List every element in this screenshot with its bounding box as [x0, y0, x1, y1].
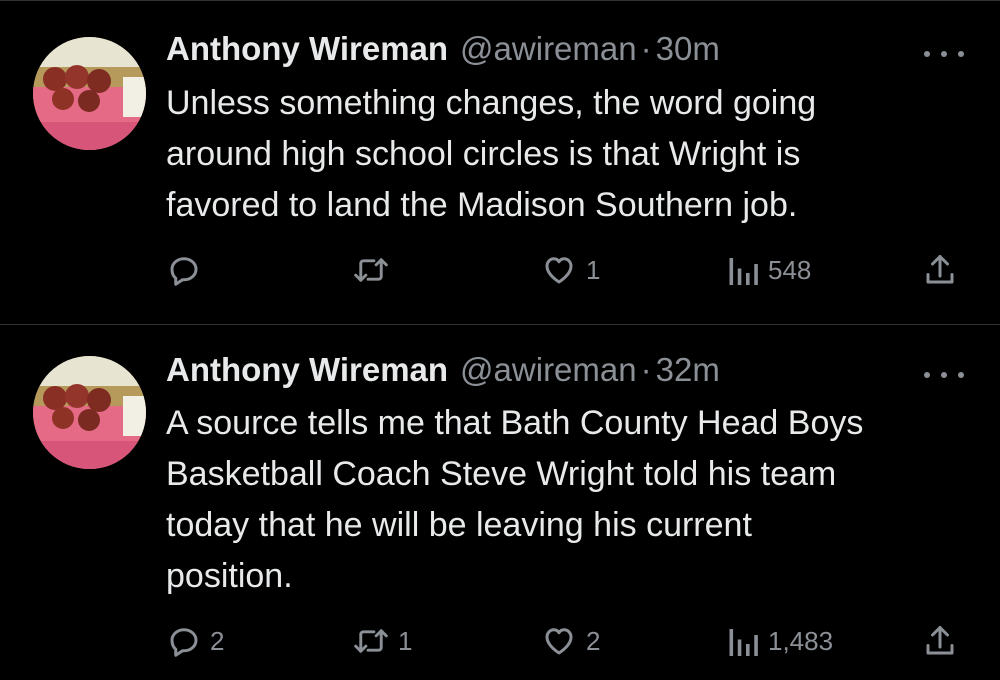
like-count: 1 [586, 254, 601, 285]
tweet-text: Unless something changes, the word going… [166, 78, 966, 231]
views-button[interactable]: 548 [726, 250, 811, 290]
avatar[interactable] [33, 356, 146, 469]
tweet-text-line: Basketball Coach Steve Wright told his t… [166, 455, 837, 493]
like-button[interactable]: 2 [540, 621, 600, 661]
author-name[interactable]: Anthony Wireman [166, 30, 448, 68]
bar-chart-icon [729, 258, 758, 285]
action-bar: 2 1 2 1,483 [0, 621, 1000, 661]
separator-dot: · [640, 351, 652, 388]
action-bar: 1 548 [0, 250, 1000, 290]
tweet-text: A source tells me that Bath County Head … [166, 398, 966, 602]
heart-icon [545, 257, 573, 284]
share-upload-icon [926, 255, 954, 284]
share-button[interactable] [922, 621, 958, 661]
separator-dot: · [640, 30, 652, 67]
reply-button[interactable]: 2 [166, 621, 224, 661]
timeline-feed: Anthony Wireman @awireman · 30m Unless s… [0, 0, 1000, 680]
author-handle[interactable]: @awireman [460, 30, 637, 68]
share-upload-icon [926, 626, 954, 655]
speech-bubble-icon [170, 257, 198, 286]
heart-icon [545, 628, 573, 655]
timestamp[interactable]: 32m [656, 351, 720, 389]
retweet-button[interactable] [352, 250, 398, 290]
retweet-arrows-icon [354, 258, 388, 282]
tweet[interactable]: Anthony Wireman @awireman · 32m A source… [0, 325, 1000, 680]
bar-chart-icon [729, 629, 758, 656]
like-count: 2 [586, 625, 601, 656]
author-name[interactable]: Anthony Wireman [166, 351, 448, 389]
retweet-count: 1 [398, 625, 413, 656]
views-count: 548 [768, 254, 812, 285]
retweet-arrows-icon [354, 629, 388, 653]
tweet-text-line: today that he will be leaving his curren… [166, 506, 752, 544]
reply-button[interactable] [166, 250, 210, 290]
avatar[interactable] [33, 37, 146, 150]
like-button[interactable]: 1 [540, 250, 600, 290]
tweet-header: Anthony Wireman @awireman · 30m [166, 30, 720, 74]
views-count: 1,483 [768, 625, 834, 656]
retweet-button[interactable]: 1 [352, 621, 412, 661]
speech-bubble-icon [170, 628, 198, 657]
tweet-text-line: Unless something changes, the word going [166, 84, 817, 122]
views-button[interactable]: 1,483 [726, 621, 833, 661]
tweet[interactable]: Anthony Wireman @awireman · 30m Unless s… [0, 0, 1000, 324]
tweet-text-line: position. [166, 557, 293, 595]
share-button[interactable] [922, 250, 958, 290]
reply-count: 2 [210, 625, 225, 656]
timestamp[interactable]: 30m [656, 30, 720, 68]
ellipsis-icon[interactable] [924, 363, 964, 387]
ellipsis-icon[interactable] [924, 42, 964, 66]
tweet-text-line: A source tells me that Bath County Head … [166, 404, 864, 442]
author-handle[interactable]: @awireman [460, 351, 637, 389]
tweet-text-line: around high school circles is that Wrigh… [166, 135, 801, 173]
tweet-text-line: favored to land the Madison Southern job… [166, 186, 798, 224]
tweet-header: Anthony Wireman @awireman · 32m [166, 351, 720, 395]
